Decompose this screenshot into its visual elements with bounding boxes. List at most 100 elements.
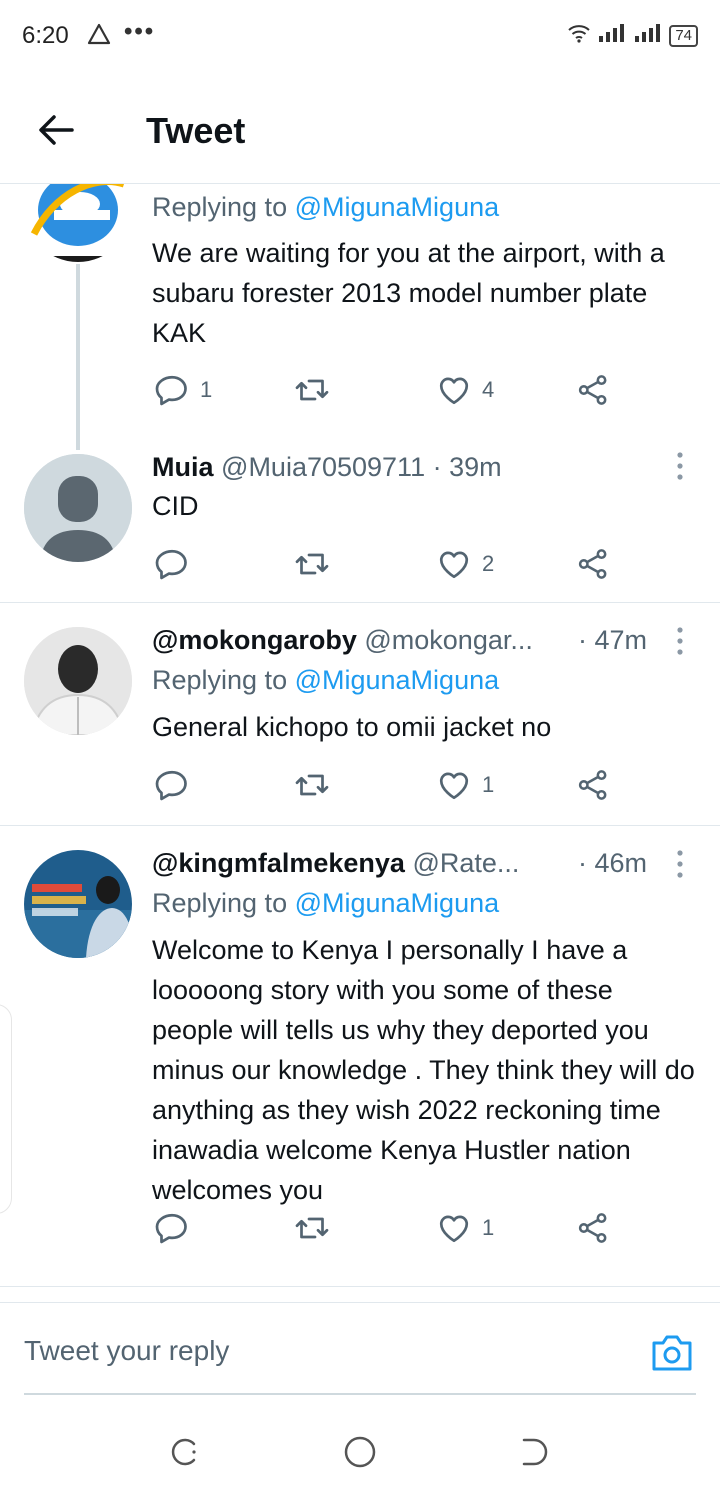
retweet-button[interactable]	[294, 1208, 340, 1248]
like-count: 1	[482, 1215, 495, 1240]
like-count: 4	[482, 377, 495, 402]
like-button[interactable]: 2	[436, 544, 494, 584]
display-name[interactable]: @kingmfalmekenya	[152, 848, 405, 878]
back-icon[interactable]	[518, 1434, 554, 1470]
avatar[interactable]	[24, 850, 132, 958]
mention-link[interactable]: @MigunaMiguna	[295, 192, 500, 222]
battery-icon: 74	[669, 24, 698, 47]
status-bar: 6:20 ••• 74	[0, 0, 720, 72]
browser-logo-icon	[24, 184, 132, 262]
replying-to-label: Replying to	[152, 888, 295, 918]
tweet-actions: 1	[152, 1208, 622, 1248]
replying-to: Replying to @MigunaMiguna	[152, 192, 499, 223]
tweet[interactable]: @mokongaroby @mokongar... · 47m Replying…	[0, 603, 720, 825]
retweet-icon	[294, 372, 330, 408]
profile-photo-icon	[24, 627, 132, 735]
like-button[interactable]: 4	[436, 370, 494, 410]
display-name[interactable]: @mokongaroby	[152, 625, 357, 655]
status-icons: 74	[567, 22, 698, 49]
more-icon[interactable]	[668, 450, 692, 482]
reply-icon	[154, 546, 190, 582]
share-button[interactable]	[576, 370, 610, 410]
share-icon	[576, 768, 610, 802]
tweet-text: General kichopo to omii jacket no	[152, 712, 552, 742]
more-icon[interactable]	[668, 848, 692, 880]
avatar[interactable]	[24, 184, 132, 262]
retweet-button[interactable]	[294, 765, 340, 805]
retweet-button[interactable]	[294, 544, 340, 584]
tweet-actions: 1 4	[152, 370, 622, 410]
tweet[interactable]: @kingmfalmekenya @Rate... · 46m Replying…	[0, 826, 720, 1286]
like-button[interactable]: 1	[436, 1208, 494, 1248]
top-bar: Tweet	[0, 72, 720, 184]
wifi-icon	[567, 22, 591, 49]
reply-input[interactable]: Tweet your reply	[24, 1335, 229, 1367]
reply-button[interactable]	[154, 1208, 200, 1248]
more-icon[interactable]	[668, 625, 692, 657]
like-button[interactable]: 1	[436, 765, 494, 805]
tweet-time: · 39m	[432, 452, 502, 482]
input-underline	[24, 1393, 696, 1395]
profile-photo-icon	[24, 850, 132, 958]
user-handle[interactable]: @mokongar...	[364, 625, 533, 655]
mention-link[interactable]: @MigunaMiguna	[295, 665, 500, 695]
home-icon[interactable]	[342, 1434, 378, 1470]
replying-to: Replying to @MigunaMiguna	[152, 888, 499, 919]
share-icon	[576, 373, 610, 407]
signal-icon	[597, 22, 627, 49]
back-arrow-icon[interactable]	[34, 108, 78, 152]
reply-button[interactable]	[154, 544, 200, 584]
tweet-header: Muia @Muia70509711 · 39m	[152, 452, 502, 483]
tweet-text: Welcome to Kenya I personally I have a l…	[152, 935, 695, 1205]
reply-icon	[154, 372, 190, 408]
avatar[interactable]	[24, 454, 132, 562]
signal-icon	[633, 22, 663, 49]
like-icon	[436, 1210, 472, 1246]
reply-icon	[154, 1210, 190, 1246]
like-icon	[436, 767, 472, 803]
retweet-icon	[294, 767, 330, 803]
share-button[interactable]	[576, 1208, 610, 1248]
user-handle[interactable]: @Rate...	[412, 848, 519, 878]
avatar[interactable]	[24, 627, 132, 735]
side-edge-handle[interactable]	[0, 1004, 12, 1214]
retweet-icon	[294, 1210, 330, 1246]
share-button[interactable]	[576, 765, 610, 805]
like-icon	[436, 546, 472, 582]
tweet-actions: 2	[152, 544, 622, 584]
default-avatar-icon	[24, 454, 132, 562]
reply-composer: Tweet your reply	[0, 1302, 720, 1398]
tweet-text: We are waiting for you at the airport, w…	[152, 238, 665, 348]
user-handle[interactable]: @Muia70509711	[221, 452, 425, 482]
camera-icon[interactable]	[650, 1333, 694, 1373]
tweet[interactable]: Muia @Muia70509711 · 39m CID 2	[0, 446, 720, 602]
notification-dots-icon: •••	[124, 18, 156, 45]
reply-button[interactable]	[154, 765, 200, 805]
reply-button[interactable]: 1	[154, 370, 212, 410]
share-icon	[576, 547, 610, 581]
reply-icon	[154, 767, 190, 803]
display-name[interactable]: Muia	[152, 452, 214, 482]
tweet-time: · 47m	[578, 625, 648, 655]
like-count: 1	[482, 772, 495, 797]
like-icon	[436, 372, 472, 408]
reply-feed: Replying to @MigunaMiguna We are waiting…	[0, 184, 720, 1302]
share-button[interactable]	[576, 544, 610, 584]
replying-to-label: Replying to	[152, 192, 295, 222]
replying-to: Replying to @MigunaMiguna	[152, 665, 499, 696]
recents-icon[interactable]	[166, 1434, 202, 1470]
status-time: 6:20	[22, 22, 69, 49]
mention-link[interactable]: @MigunaMiguna	[295, 888, 500, 918]
tweet-text: CID	[152, 491, 199, 521]
share-icon	[576, 1211, 610, 1245]
retweet-button[interactable]	[294, 370, 340, 410]
reply-count: 1	[200, 377, 213, 402]
replying-to-label: Replying to	[152, 665, 295, 695]
divider	[0, 1286, 720, 1287]
tweet-header: @mokongaroby @mokongar...	[152, 625, 533, 656]
tweet-time: · 46m	[578, 848, 648, 878]
retweet-icon	[294, 546, 330, 582]
tweet-actions: 1	[152, 765, 622, 805]
alert-triangle-icon	[86, 22, 112, 51]
page-title: Tweet	[146, 110, 246, 151]
